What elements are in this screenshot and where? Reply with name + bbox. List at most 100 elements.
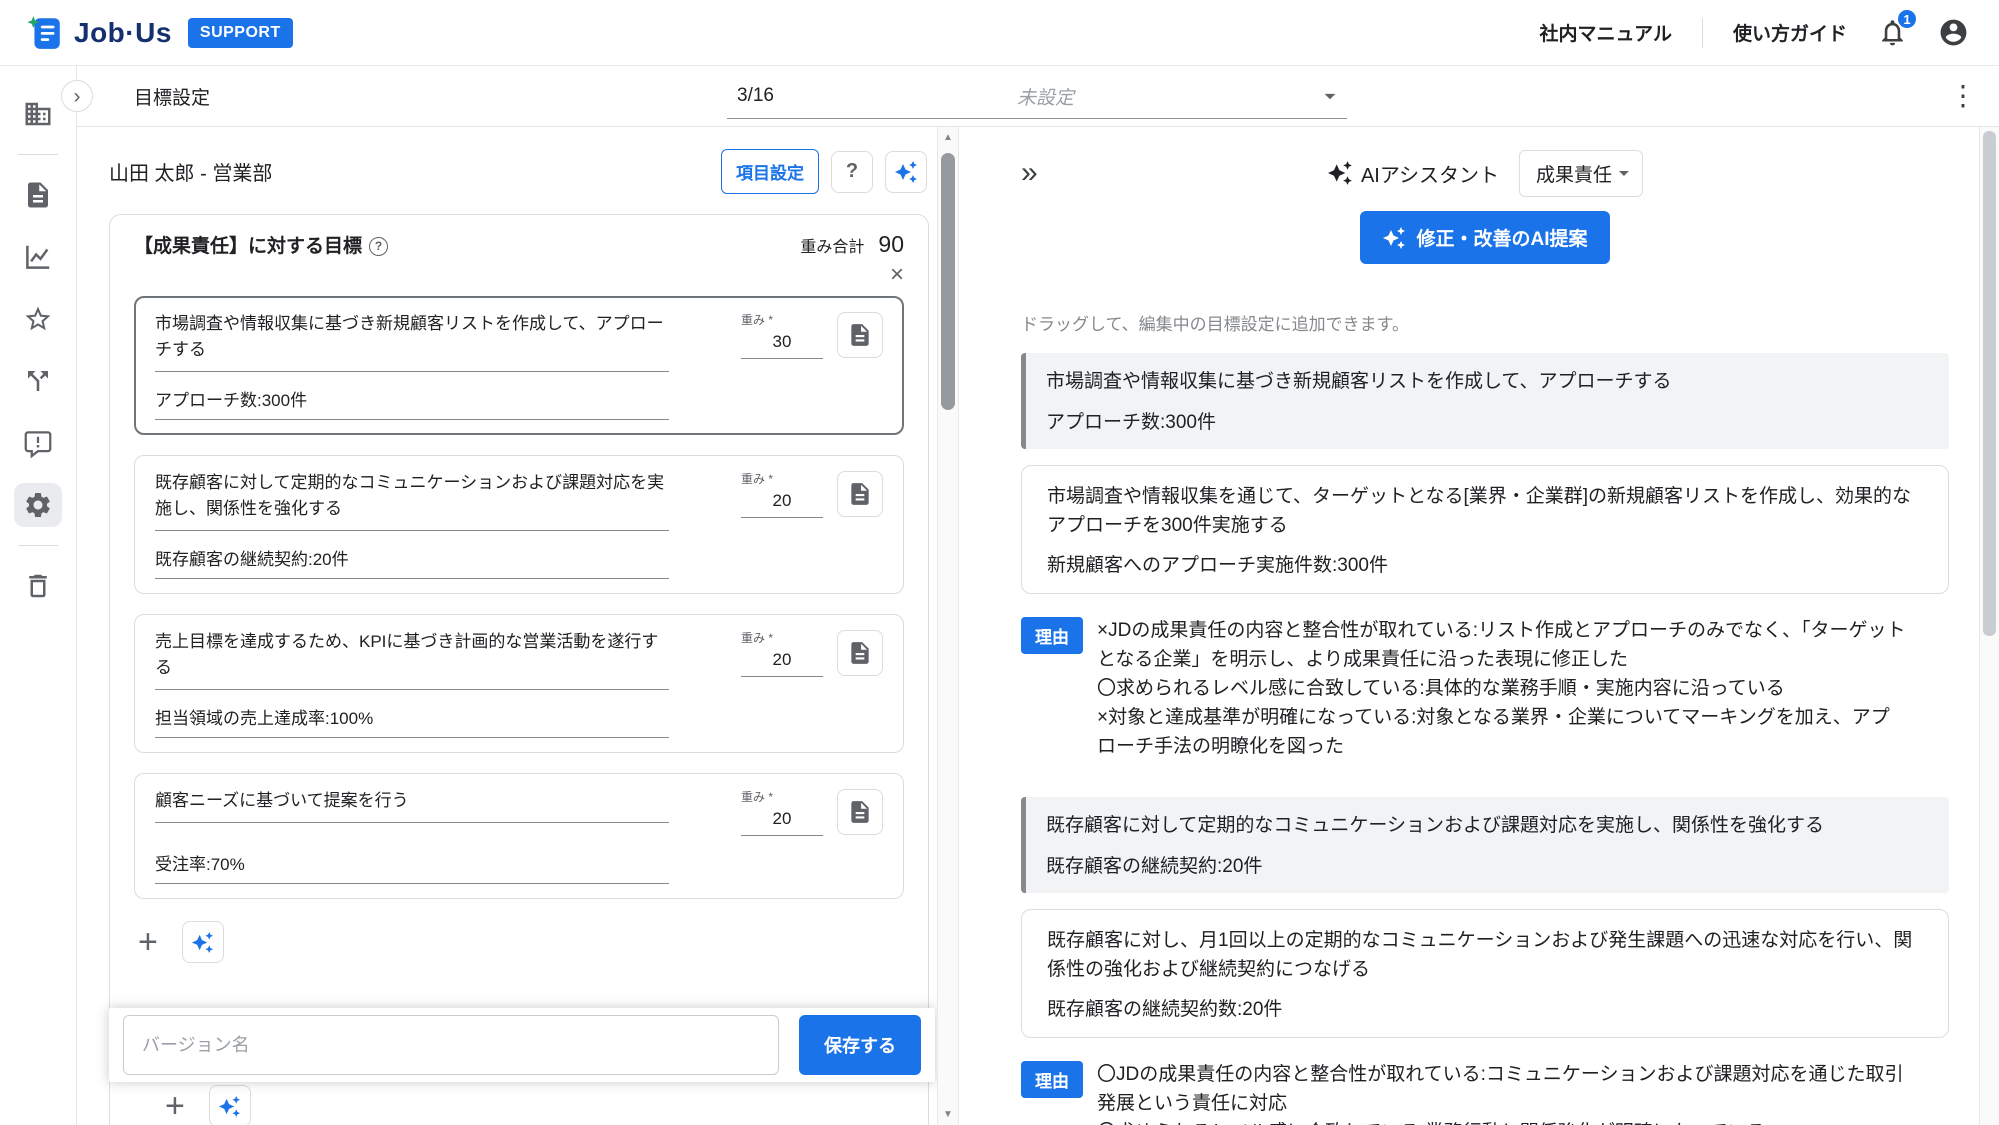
version-selector[interactable]: 3/16 未設定 (727, 74, 1347, 119)
sidebar-item-trash[interactable] (14, 564, 62, 608)
scroll-down-icon[interactable]: ▼ (938, 1109, 958, 1120)
logo[interactable]: Job·Us (26, 14, 172, 52)
weight-label: 重み * (741, 629, 823, 646)
assistant-scrollbar-thumb[interactable] (1983, 131, 1996, 636)
sidebar-divider (18, 545, 58, 546)
measure-input[interactable]: 既存顧客の継続契約:20件 (155, 541, 669, 579)
ai-suggest-goal-button[interactable] (209, 1085, 251, 1125)
support-badge: SUPPORT (188, 18, 293, 48)
assistant-scrollbar[interactable] (1979, 127, 1999, 1125)
collapse-panel-button[interactable]: » (1021, 158, 1038, 188)
source-goal-block[interactable]: 市場調査や情報収集に基づき新規顧客リストを作成して、アプローチする アプローチ数… (1021, 353, 1949, 449)
measure-input[interactable]: 受注率:70% (155, 846, 669, 884)
collapse-sidebar-button[interactable]: › (61, 80, 93, 112)
goal-memo-button[interactable] (837, 789, 883, 835)
add-goal-button[interactable]: + (165, 1089, 185, 1123)
goal-memo-button[interactable] (837, 471, 883, 517)
sidebar-item-documents[interactable] (14, 173, 62, 217)
goal-card[interactable]: 売上目標を達成するため、KPIに基づき計画的な営業活動を遂行する 重み * 担当… (134, 614, 904, 753)
goal-card-toolbar: × (134, 262, 904, 288)
drag-hint: ドラッグして、編集中の目標設定に追加できます。 (1021, 310, 1949, 335)
source-goal-text: 市場調査や情報収集に基づき新規顧客リストを作成して、アプローチする (1046, 368, 1929, 395)
goal-text-input[interactable]: 売上目標を達成するため、KPIに基づき計画的な営業活動を遂行する (155, 629, 669, 690)
notifications-button[interactable]: 1 (1877, 17, 1908, 48)
main-scrollbar[interactable]: ▲ ▼ (937, 127, 959, 1125)
reason-row: 理由 〇JDの成果責任の内容と整合性が取れている:コミュニケーションおよび課題対… (1021, 1060, 1949, 1125)
save-bar: 保存する (109, 1008, 935, 1082)
sidebar-item-organization[interactable] (14, 92, 62, 136)
goal-text-input[interactable]: 顧客ニーズに基づいて提案を行う (155, 788, 669, 823)
weight-input[interactable] (741, 489, 823, 518)
trash-icon (23, 571, 53, 601)
account-button[interactable] (1938, 17, 1969, 48)
goal-memo-button[interactable] (837, 312, 883, 358)
star-icon (23, 304, 53, 334)
weight-label: 重み * (741, 788, 823, 805)
remove-goal-button[interactable]: × (890, 262, 904, 288)
notification-badge: 1 (1896, 8, 1918, 30)
scroll-up-icon[interactable]: ▲ (938, 132, 958, 143)
weight-input[interactable] (741, 330, 823, 359)
goal-card[interactable]: 市場調査や情報収集に基づき新規顧客リストを作成して、アプローチする 重み * ア… (134, 296, 904, 435)
sidebar-item-feedback[interactable] (14, 421, 62, 465)
nav-internal-manual[interactable]: 社内マニュアル (1540, 19, 1672, 46)
overflow-menu-button[interactable]: ⋮ (1949, 82, 1977, 110)
source-measure-text: アプローチ数:300件 (1046, 407, 1929, 434)
goal-text-input[interactable]: 既存顧客に対して定期的なコミュニケーションおよび課題対応を実施し、関係性を強化す… (155, 470, 669, 531)
sparkle-icon (218, 1095, 241, 1118)
header-divider (1702, 18, 1703, 48)
sparkle-icon (1327, 160, 1353, 186)
jobus-logo-icon (26, 14, 64, 52)
section-help-icon[interactable]: ? (369, 237, 388, 256)
measure-input[interactable]: アプローチ数:300件 (155, 382, 669, 420)
sidebar-divider (18, 154, 58, 155)
proposal-measure: 既存顧客の継続契約数:20件 (1047, 994, 1923, 1021)
proposal-text: 市場調査や情報収集を通じて、ターゲットとなる[業界・企業群]の新規顧客リストを作… (1047, 482, 1923, 540)
measure-input[interactable]: 担当領域の売上達成率:100% (155, 700, 669, 738)
source-measure-text: 既存顧客の継続契約:20件 (1046, 851, 1929, 878)
sidebar-item-favorites[interactable] (14, 297, 62, 341)
main-scrollbar-thumb[interactable] (941, 153, 955, 410)
goal-text-input[interactable]: 市場調査や情報収集に基づき新規顧客リストを作成して、アプローチする (155, 311, 669, 372)
goal-memo-button[interactable] (837, 630, 883, 676)
weight-total-value: 90 (878, 231, 904, 258)
proposal-card[interactable]: 市場調査や情報収集を通じて、ターゲットとなる[業界・企業群]の新規顧客リストを作… (1021, 465, 1949, 594)
save-button[interactable]: 保存する (799, 1015, 921, 1075)
nav-usage-guide[interactable]: 使い方ガイド (1733, 19, 1847, 46)
employee-row: 山田 太郎 - 営業部 項目設定 ? (77, 127, 937, 194)
weight-input[interactable] (741, 807, 823, 836)
chart-icon (23, 242, 53, 272)
goal-card[interactable]: 顧客ニーズに基づいて提案を行う 重み * 受注率:70% (134, 773, 904, 899)
sidebar (0, 66, 77, 1125)
ai-proposal-button[interactable]: 修正・改善のAI提案 (1360, 211, 1609, 264)
sidebar-item-settings[interactable] (14, 483, 62, 527)
item-settings-button[interactable]: 項目設定 (721, 149, 819, 194)
goal-card[interactable]: 既存顧客に対して定期的なコミュニケーションおよび課題対応を実施し、関係性を強化す… (134, 455, 904, 594)
plus-icon: + (165, 1087, 185, 1125)
document-icon (23, 180, 53, 210)
proposal-card[interactable]: 既存顧客に対し、月1回以上の定期的なコミュニケーションおよび発生課題への迅速な対… (1021, 909, 1949, 1038)
sidebar-item-workflow[interactable] (14, 359, 62, 403)
weight-input[interactable] (741, 648, 823, 677)
sidebar-item-analytics[interactable] (14, 235, 62, 279)
employee-name: 山田 太郎 - 営業部 (109, 157, 272, 186)
source-goal-block[interactable]: 既存顧客に対して定期的なコミュニケーションおよび課題対応を実施し、関係性を強化す… (1021, 797, 1949, 893)
help-button[interactable]: ? (831, 151, 873, 193)
ai-suggest-goal-button[interactable] (182, 921, 224, 963)
ai-generate-button[interactable] (885, 151, 927, 193)
category-dropdown[interactable]: 成果責任 (1519, 150, 1643, 197)
source-goal-text: 既存顧客に対して定期的なコミュニケーションおよび課題対応を実施し、関係性を強化す… (1046, 812, 1929, 839)
feedback-icon (23, 428, 53, 458)
split-icon (23, 366, 53, 396)
add-goal-button[interactable]: + (138, 925, 158, 959)
version-name-input[interactable] (123, 1015, 779, 1075)
chevron-right-icon: › (74, 86, 81, 107)
ai-title-group: AIアシスタント 成果責任 (1327, 150, 1643, 197)
ai-assistant-panel: » AIアシスタント 成果責任 修正・改善のAI提案 (959, 127, 1979, 1125)
employee-actions: 項目設定 ? (721, 149, 927, 194)
category-label: 成果責任 (1536, 160, 1612, 187)
header-nav: 社内マニュアル 使い方ガイド 1 (1540, 17, 1969, 48)
kebab-icon: ⋮ (1949, 80, 1977, 111)
question-icon: ? (846, 160, 858, 183)
gear-icon (23, 490, 53, 520)
